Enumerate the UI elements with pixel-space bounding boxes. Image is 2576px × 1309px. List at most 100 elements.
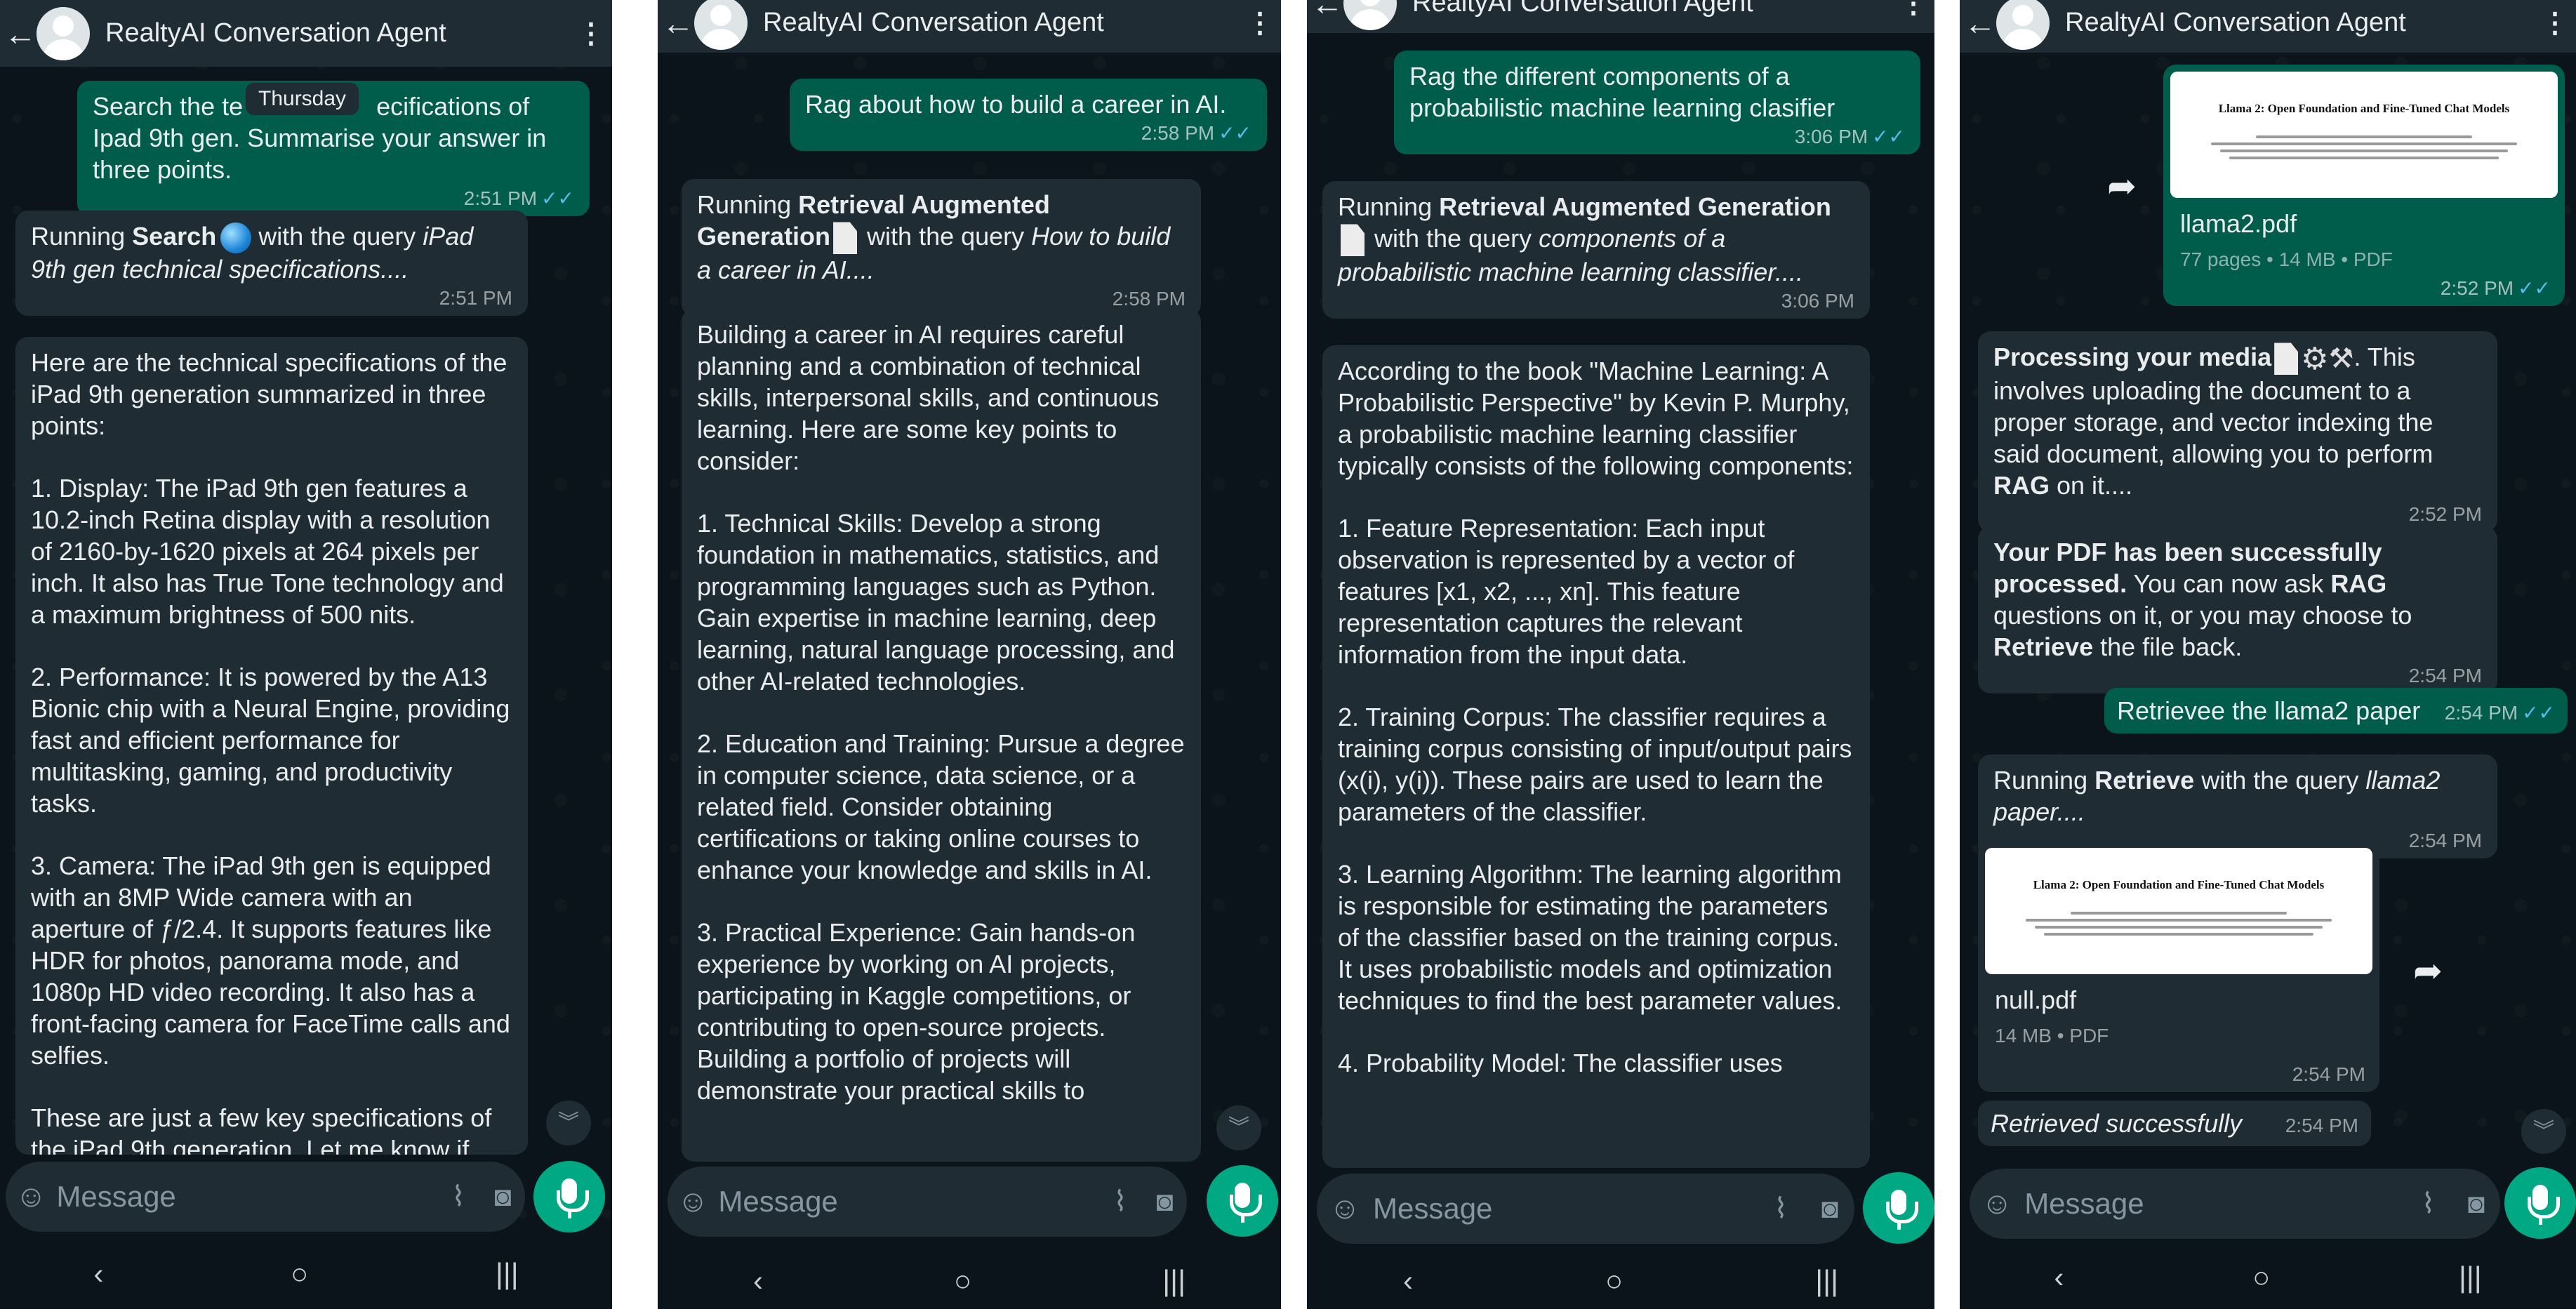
user-message[interactable]: Rag the different components of a probab…: [1394, 51, 1920, 154]
message-time: 2:52 PM ✓✓: [2440, 277, 2551, 299]
emoji-icon[interactable]: ☺: [1970, 1186, 2024, 1221]
tool-status-message[interactable]: Running Retrieval Augmented Generation w…: [682, 179, 1201, 317]
file-meta: 14 MB • PDF: [1995, 1025, 2109, 1046]
more-vertical-icon[interactable]: ⋮: [570, 18, 612, 50]
answer-paragraph: These are just a few key specifications …: [31, 1103, 492, 1155]
chat-title[interactable]: RealtyAI Conversation Agent: [2065, 8, 2534, 38]
arrow-left-icon[interactable]: ←: [1307, 0, 1343, 22]
nav-recents-icon[interactable]: |||: [1162, 1264, 1186, 1298]
paperclip-icon[interactable]: ⌇: [436, 1181, 480, 1213]
nav-home-icon[interactable]: ○: [954, 1264, 971, 1298]
message-time: 2:51 PM ✓✓: [463, 187, 574, 209]
system-nav-bar: ‹ ○ |||: [0, 1239, 612, 1309]
nav-recents-icon[interactable]: |||: [496, 1257, 519, 1291]
nav-recents-icon[interactable]: |||: [1815, 1264, 1838, 1298]
answer-paragraph: 1. Feature Representation: Each input ob…: [1338, 514, 1795, 669]
tool-status-message[interactable]: Running Search with the query iPad 9th g…: [15, 211, 528, 317]
answer-paragraph: 3. Practical Experience: Gain hands-on e…: [697, 918, 1136, 1105]
microphone-icon[interactable]: [533, 1161, 605, 1232]
chevron-double-down-icon[interactable]: ︾: [2521, 1109, 2566, 1154]
avatar[interactable]: [36, 6, 90, 60]
answer-paragraph: 1. Technical Skills: Develop a strong fo…: [697, 509, 1175, 696]
arrow-left-icon[interactable]: ←: [1960, 4, 1996, 42]
message-text: Your PDF has been successfully processed…: [1993, 538, 2412, 661]
message-input[interactable]: [2024, 1187, 2405, 1221]
avatar[interactable]: [1343, 0, 1397, 30]
phone-screen-1: ← RealtyAI Conversation Agent ⋮ Search t…: [0, 0, 612, 1309]
message-time: 3:06 PM: [1781, 290, 1854, 312]
answer-paragraph: 2. Performance: It is powered by the A13…: [31, 663, 510, 818]
more-vertical-icon[interactable]: ⋮: [1892, 0, 1934, 20]
message-composer: ☺ ⌇ ◙: [1970, 1169, 2500, 1239]
chat-header: ← RealtyAI Conversation Agent ⋮: [1307, 0, 1934, 33]
microphone-icon[interactable]: [2504, 1167, 2576, 1239]
pdf-attachment-message[interactable]: Llama 2: Open Foundation and Fine-Tuned …: [2163, 65, 2565, 306]
processing-message[interactable]: Processing your media ⚙⚒. This involves u…: [1978, 331, 2497, 533]
nav-home-icon[interactable]: ○: [2252, 1261, 2270, 1294]
answer-paragraph: According to the book "Machine Learning:…: [1338, 357, 1854, 480]
paperclip-icon[interactable]: ⌇: [2404, 1188, 2452, 1220]
answer-paragraph: 2. Education and Training: Pursue a degr…: [697, 729, 1185, 884]
read-receipt-icon: ✓✓: [1872, 126, 1905, 147]
message-text: Running Retrieval Augmented Generation w…: [1338, 192, 1831, 287]
avatar[interactable]: [1996, 0, 2050, 50]
chat-title[interactable]: RealtyAI Conversation Agent: [763, 8, 1239, 38]
message-text: Retrievee the llama2 paper 2:54 PM ✓✓: [2117, 696, 2555, 725]
message-composer: ☺ ⌇ ◙: [668, 1167, 1187, 1237]
message-text: Retrieved successfully 2:54 PM: [1991, 1109, 2358, 1138]
message-time: 2:54 PM ✓✓: [2444, 702, 2555, 724]
message-input[interactable]: [56, 1180, 437, 1214]
answer-paragraph: Building a career in AI requires careful…: [697, 320, 1160, 475]
camera-icon[interactable]: ◙: [2452, 1188, 2500, 1220]
chat-header: ← RealtyAI Conversation Agent ⋮: [1960, 0, 2576, 53]
emoji-icon[interactable]: ☺: [6, 1179, 56, 1214]
chevron-double-down-icon[interactable]: ︾: [546, 1101, 591, 1145]
emoji-icon[interactable]: ☺: [1317, 1191, 1373, 1226]
document-icon: [833, 222, 858, 255]
chevron-double-down-icon[interactable]: ︾: [1216, 1105, 1261, 1150]
nav-recents-icon[interactable]: |||: [2459, 1261, 2482, 1294]
message-input[interactable]: [1373, 1192, 1756, 1225]
message-text: Rag about how to build a career in AI.: [805, 90, 1227, 119]
arrow-left-icon[interactable]: ←: [0, 15, 36, 53]
arrow-left-icon[interactable]: ←: [658, 4, 694, 42]
tool-status-message[interactable]: Running Retrieval Augmented Generation w…: [1322, 181, 1870, 319]
read-receipt-icon: ✓✓: [2518, 277, 2551, 299]
nav-home-icon[interactable]: ○: [291, 1257, 308, 1291]
chat-title[interactable]: RealtyAI Conversation Agent: [1412, 0, 1892, 18]
user-message[interactable]: Retrievee the llama2 paper 2:54 PM ✓✓: [2104, 688, 2568, 733]
camera-icon[interactable]: ◙: [481, 1181, 525, 1213]
success-message[interactable]: Your PDF has been successfully processed…: [1978, 526, 2497, 693]
nav-home-icon[interactable]: ○: [1605, 1264, 1623, 1298]
more-vertical-icon[interactable]: ⋮: [1239, 7, 1281, 39]
nav-back-icon[interactable]: ‹: [1403, 1264, 1413, 1298]
message-composer: ☺ ⌇ ◙: [6, 1162, 525, 1232]
forward-arrow-icon[interactable]: ➦: [2099, 163, 2145, 209]
camera-icon[interactable]: ◙: [1143, 1186, 1187, 1218]
pdf-attachment-message[interactable]: Llama 2: Open Foundation and Fine-Tuned …: [1978, 841, 2379, 1092]
camera-icon[interactable]: ◙: [1805, 1193, 1854, 1225]
paperclip-icon[interactable]: ⌇: [1756, 1192, 1805, 1225]
paperclip-icon[interactable]: ⌇: [1098, 1185, 1142, 1218]
retrieved-message[interactable]: Retrieved successfully 2:54 PM: [1978, 1101, 2371, 1146]
answer-message[interactable]: Building a career in AI requires careful…: [682, 309, 1201, 1162]
answer-message[interactable]: According to the book "Machine Learning:…: [1322, 345, 1870, 1168]
message-input[interactable]: [718, 1185, 1098, 1218]
answer-message[interactable]: Here are the technical specifications of…: [15, 337, 528, 1155]
microphone-icon[interactable]: [1863, 1172, 1934, 1244]
file-meta: 77 pages • 14 MB • PDF: [2180, 248, 2393, 270]
message-time: 2:58 PM ✓✓: [1141, 122, 1252, 144]
user-message[interactable]: Rag about how to build a career in AI. 2…: [790, 79, 1267, 151]
microphone-icon[interactable]: [1207, 1165, 1278, 1237]
answer-paragraph: 3. Learning Algorithm: The learning algo…: [1338, 860, 1843, 1015]
nav-back-icon[interactable]: ‹: [2054, 1261, 2064, 1294]
chat-title[interactable]: RealtyAI Conversation Agent: [105, 18, 570, 48]
avatar[interactable]: [694, 0, 748, 50]
emoji-icon[interactable]: ☺: [668, 1184, 718, 1219]
more-vertical-icon[interactable]: ⋮: [2534, 7, 2576, 39]
nav-back-icon[interactable]: ‹: [93, 1257, 103, 1291]
nav-back-icon[interactable]: ‹: [753, 1264, 763, 1298]
message-text: Running Retrieve with the query llama2 p…: [1993, 766, 2441, 826]
forward-arrow-icon[interactable]: ➦: [2405, 948, 2451, 994]
read-receipt-icon: ✓✓: [541, 187, 574, 209]
